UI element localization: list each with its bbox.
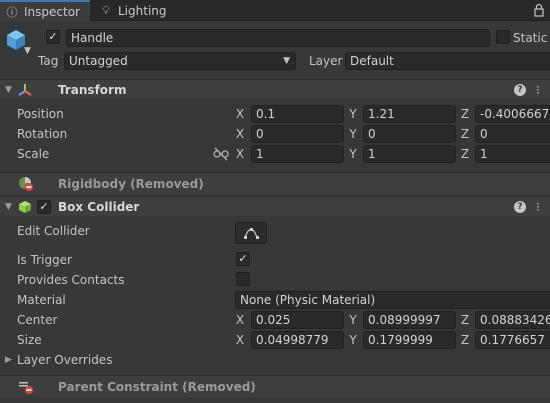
tag-value: Untagged xyxy=(69,54,128,68)
scale-label: Scale xyxy=(17,147,50,161)
size-z-field[interactable]: 0.1776657 xyxy=(475,331,550,349)
axis-z-label[interactable]: Z xyxy=(460,125,470,143)
unlink-scale-icon[interactable] xyxy=(213,147,229,161)
axis-z-label[interactable]: Z xyxy=(460,311,470,329)
chevron-down-icon: ▼ xyxy=(283,56,290,66)
size-x-field[interactable]: 0.04998779 xyxy=(251,331,344,349)
static-label: Static xyxy=(513,31,548,45)
center-label: Center xyxy=(17,313,58,327)
box-collider-title: Box Collider xyxy=(58,200,140,214)
rotation-x-field[interactable]: 0 xyxy=(251,125,344,143)
settings-icon[interactable]: ⁝ xyxy=(536,200,540,214)
axis-z-label[interactable]: Z xyxy=(460,145,470,163)
tab-lighting[interactable]: 💡︎ Lighting xyxy=(94,0,184,21)
axis-x-label[interactable]: X xyxy=(235,125,245,143)
tab-inspector[interactable]: ⓘ Inspector xyxy=(0,0,90,21)
axis-y-label[interactable]: Y xyxy=(348,331,358,349)
axis-y-label[interactable]: Y xyxy=(348,105,358,123)
parent-constraint-header[interactable]: Parent Constraint (Removed) xyxy=(0,375,550,397)
rotation-z-field[interactable]: 0 xyxy=(475,125,550,143)
active-checkbox[interactable]: ✓ xyxy=(46,30,60,44)
position-x-field[interactable]: 0.1 xyxy=(251,105,344,123)
tab-inspector-label: Inspector xyxy=(24,4,80,19)
axis-x-label[interactable]: X xyxy=(235,105,245,123)
center-z-field[interactable]: 0.08883426 xyxy=(475,311,550,329)
chevron-down-icon[interactable]: ▼ xyxy=(24,46,31,56)
provides-contacts-checkbox[interactable] xyxy=(236,272,250,286)
axis-y-label[interactable]: Y xyxy=(348,145,358,163)
scale-y-field[interactable]: 1 xyxy=(363,145,456,163)
is-trigger-checkbox[interactable]: ✓ xyxy=(236,252,250,266)
parent-constraint-title: Parent Constraint (Removed) xyxy=(58,380,256,394)
size-label: Size xyxy=(17,333,42,347)
lightbulb-icon: 💡︎ xyxy=(102,3,110,17)
transform-icon xyxy=(18,83,32,97)
help-icon[interactable]: ? xyxy=(514,201,526,213)
provides-contacts-label: Provides Contacts xyxy=(17,273,125,287)
axis-y-label[interactable]: Y xyxy=(348,311,358,329)
edit-collider-icon xyxy=(244,228,259,239)
tag-label: Tag xyxy=(38,54,59,68)
tag-dropdown[interactable]: Untagged ▼ xyxy=(64,52,296,70)
axis-z-label[interactable]: Z xyxy=(460,331,470,349)
transform-header[interactable]: ▼ Transform ? ⁝ xyxy=(0,79,550,99)
position-y-field[interactable]: 1.21 xyxy=(363,105,456,123)
center-y-field[interactable]: 0.08999997 xyxy=(363,311,456,329)
layer-dropdown[interactable]: Default xyxy=(345,52,550,70)
axis-x-label[interactable]: X xyxy=(235,311,245,329)
parent-constraint-removed-icon xyxy=(18,379,34,395)
info-icon: ⓘ xyxy=(6,5,18,19)
fold-arrow-icon[interactable]: ▼ xyxy=(5,80,12,100)
axis-y-label[interactable]: Y xyxy=(348,125,358,143)
static-checkbox[interactable] xyxy=(496,30,510,44)
layer-value: Default xyxy=(350,54,394,68)
box-collider-header[interactable]: ▼ ✓ Box Collider ? ⁝ xyxy=(0,196,550,216)
rigidbody-removed-icon xyxy=(18,176,34,192)
box-collider-icon xyxy=(18,200,32,214)
tab-lighting-label: Lighting xyxy=(118,3,167,18)
axis-x-label[interactable]: X xyxy=(235,331,245,349)
rotation-label: Rotation xyxy=(17,127,68,141)
layer-overrides-foldout[interactable]: Layer Overrides xyxy=(17,352,112,368)
position-label: Position xyxy=(17,107,64,121)
lock-icon[interactable] xyxy=(532,3,546,17)
position-z-field[interactable]: -0.4006667 xyxy=(475,105,550,123)
axis-z-label[interactable]: Z xyxy=(460,105,470,123)
edit-collider-button[interactable] xyxy=(235,222,267,244)
is-trigger-label: Is Trigger xyxy=(17,253,72,267)
rigidbody-title: Rigidbody (Removed) xyxy=(58,177,204,191)
scale-z-field[interactable]: 1 xyxy=(475,145,550,163)
object-name-field[interactable]: Handle xyxy=(66,29,490,47)
layer-label: Layer xyxy=(309,54,343,68)
fold-arrow-icon[interactable]: ▶ xyxy=(5,352,12,368)
center-x-field[interactable]: 0.025 xyxy=(251,311,344,329)
transform-title: Transform xyxy=(58,83,127,97)
box-collider-enabled-checkbox[interactable]: ✓ xyxy=(37,200,51,214)
fold-arrow-icon[interactable]: ▼ xyxy=(5,197,12,217)
material-label: Material xyxy=(17,293,66,307)
axis-x-label[interactable]: X xyxy=(235,145,245,163)
rigidbody-header[interactable]: Rigidbody (Removed) xyxy=(0,172,550,194)
size-y-field[interactable]: 0.1799999 xyxy=(363,331,456,349)
settings-icon[interactable]: ⁝ xyxy=(536,83,540,97)
edit-collider-label: Edit Collider xyxy=(17,224,90,238)
help-icon[interactable]: ? xyxy=(514,84,526,96)
rotation-y-field[interactable]: 0 xyxy=(363,125,456,143)
material-field[interactable]: None (Physic Material) xyxy=(235,291,550,309)
scale-x-field[interactable]: 1 xyxy=(251,145,344,163)
